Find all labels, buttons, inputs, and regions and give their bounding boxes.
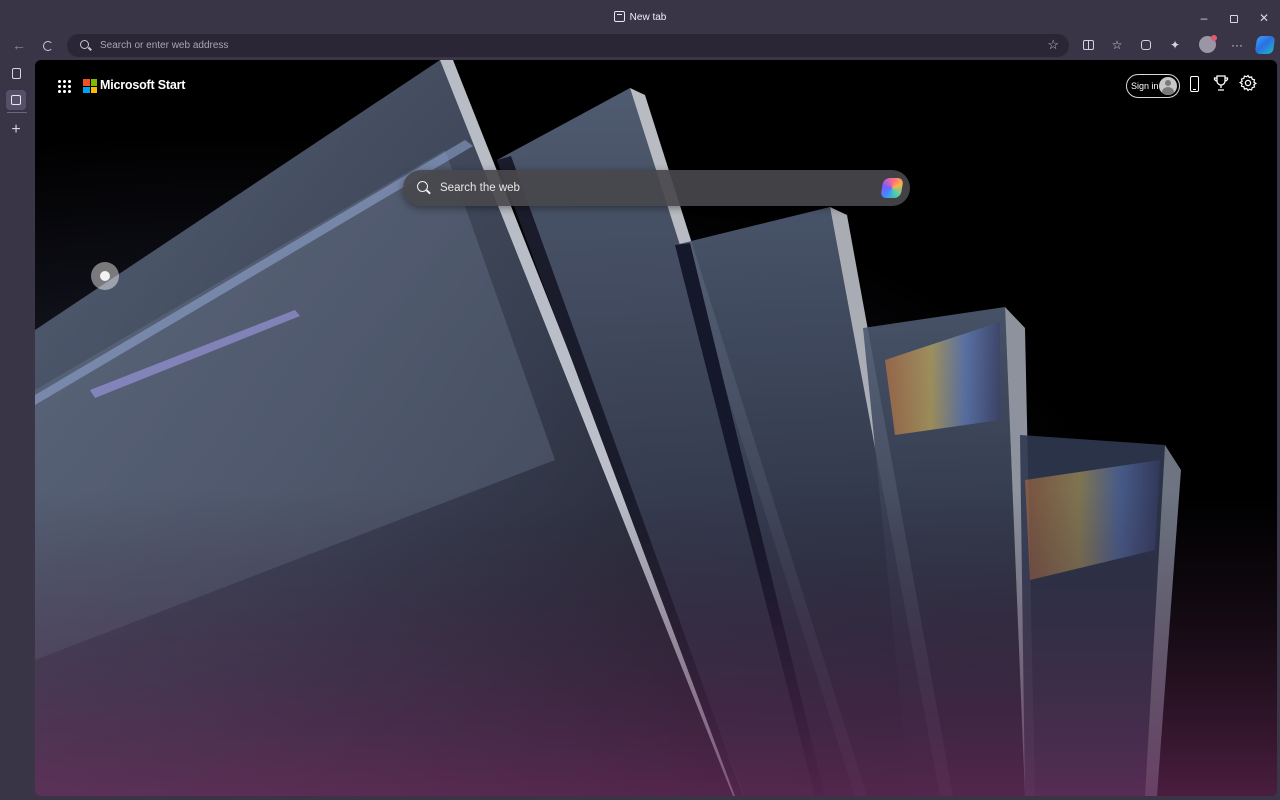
- toolbar: ← Search or enter web address ☆ ☆ ✦ ···: [0, 33, 1280, 58]
- settings-gear-icon[interactable]: [1238, 74, 1258, 92]
- app-launcher-icon[interactable]: [57, 79, 71, 93]
- search-icon: [417, 181, 428, 192]
- minimize-button[interactable]: –: [1192, 8, 1216, 28]
- new-tab-icon: [11, 95, 21, 105]
- logo-square-red: [83, 79, 90, 86]
- collections-icon[interactable]: [1136, 36, 1156, 56]
- tab-title: New tab: [629, 12, 667, 23]
- logo-square-blue: [83, 86, 90, 93]
- address-placeholder: Search or enter web address: [100, 40, 229, 51]
- avatar-icon: [1159, 77, 1177, 95]
- extensions-icon[interactable]: ✦: [1165, 36, 1185, 56]
- refresh-icon: [43, 41, 53, 51]
- new-tab-button[interactable]: +: [6, 120, 26, 140]
- new-tab-tab[interactable]: [6, 90, 26, 110]
- search-icon: [80, 40, 89, 49]
- profile-icon[interactable]: [1199, 35, 1217, 53]
- window-bottom-border: [0, 796, 1280, 800]
- tab-actions-icon[interactable]: [6, 64, 26, 84]
- web-search-box[interactable]: Search the web: [403, 170, 910, 206]
- restore-icon: [1230, 15, 1238, 23]
- search-placeholder: Search the web: [440, 182, 520, 194]
- split-screen-icon[interactable]: [1078, 36, 1098, 56]
- sign-in-label: Sign in: [1131, 81, 1159, 91]
- logo-square-yellow: [90, 86, 97, 93]
- favorites-icon[interactable]: ☆: [1107, 36, 1127, 56]
- phone-icon[interactable]: [1190, 76, 1199, 92]
- restore-button[interactable]: [1222, 8, 1246, 28]
- tab-strip-divider: [7, 112, 27, 113]
- copilot-icon[interactable]: [880, 178, 904, 198]
- page-header: Microsoft Start Sign in: [35, 60, 1277, 112]
- favorite-star-icon[interactable]: ☆: [1047, 37, 1059, 53]
- microsoft-logo: [83, 79, 97, 93]
- vertical-tab-strip: +: [0, 58, 33, 800]
- more-icon[interactable]: ···: [1227, 36, 1247, 56]
- address-bar[interactable]: Search or enter web address ☆: [67, 34, 1069, 57]
- sign-in-button[interactable]: Sign in: [1126, 74, 1180, 98]
- title-bar: New tab – ✕: [0, 0, 1280, 33]
- new-tab-page: Microsoft Start Sign in Search the web: [35, 60, 1277, 796]
- refresh-button[interactable]: [38, 35, 58, 55]
- close-button[interactable]: ✕: [1252, 8, 1276, 28]
- new-tab-icon: [613, 11, 625, 22]
- trophy-icon[interactable]: [1213, 74, 1229, 92]
- copilot-icon[interactable]: [1254, 36, 1276, 54]
- brand-name[interactable]: Microsoft Start: [100, 78, 185, 92]
- window-title: New tab: [0, 11, 1280, 23]
- back-button[interactable]: ←: [9, 35, 29, 55]
- logo-square-green: [90, 79, 97, 86]
